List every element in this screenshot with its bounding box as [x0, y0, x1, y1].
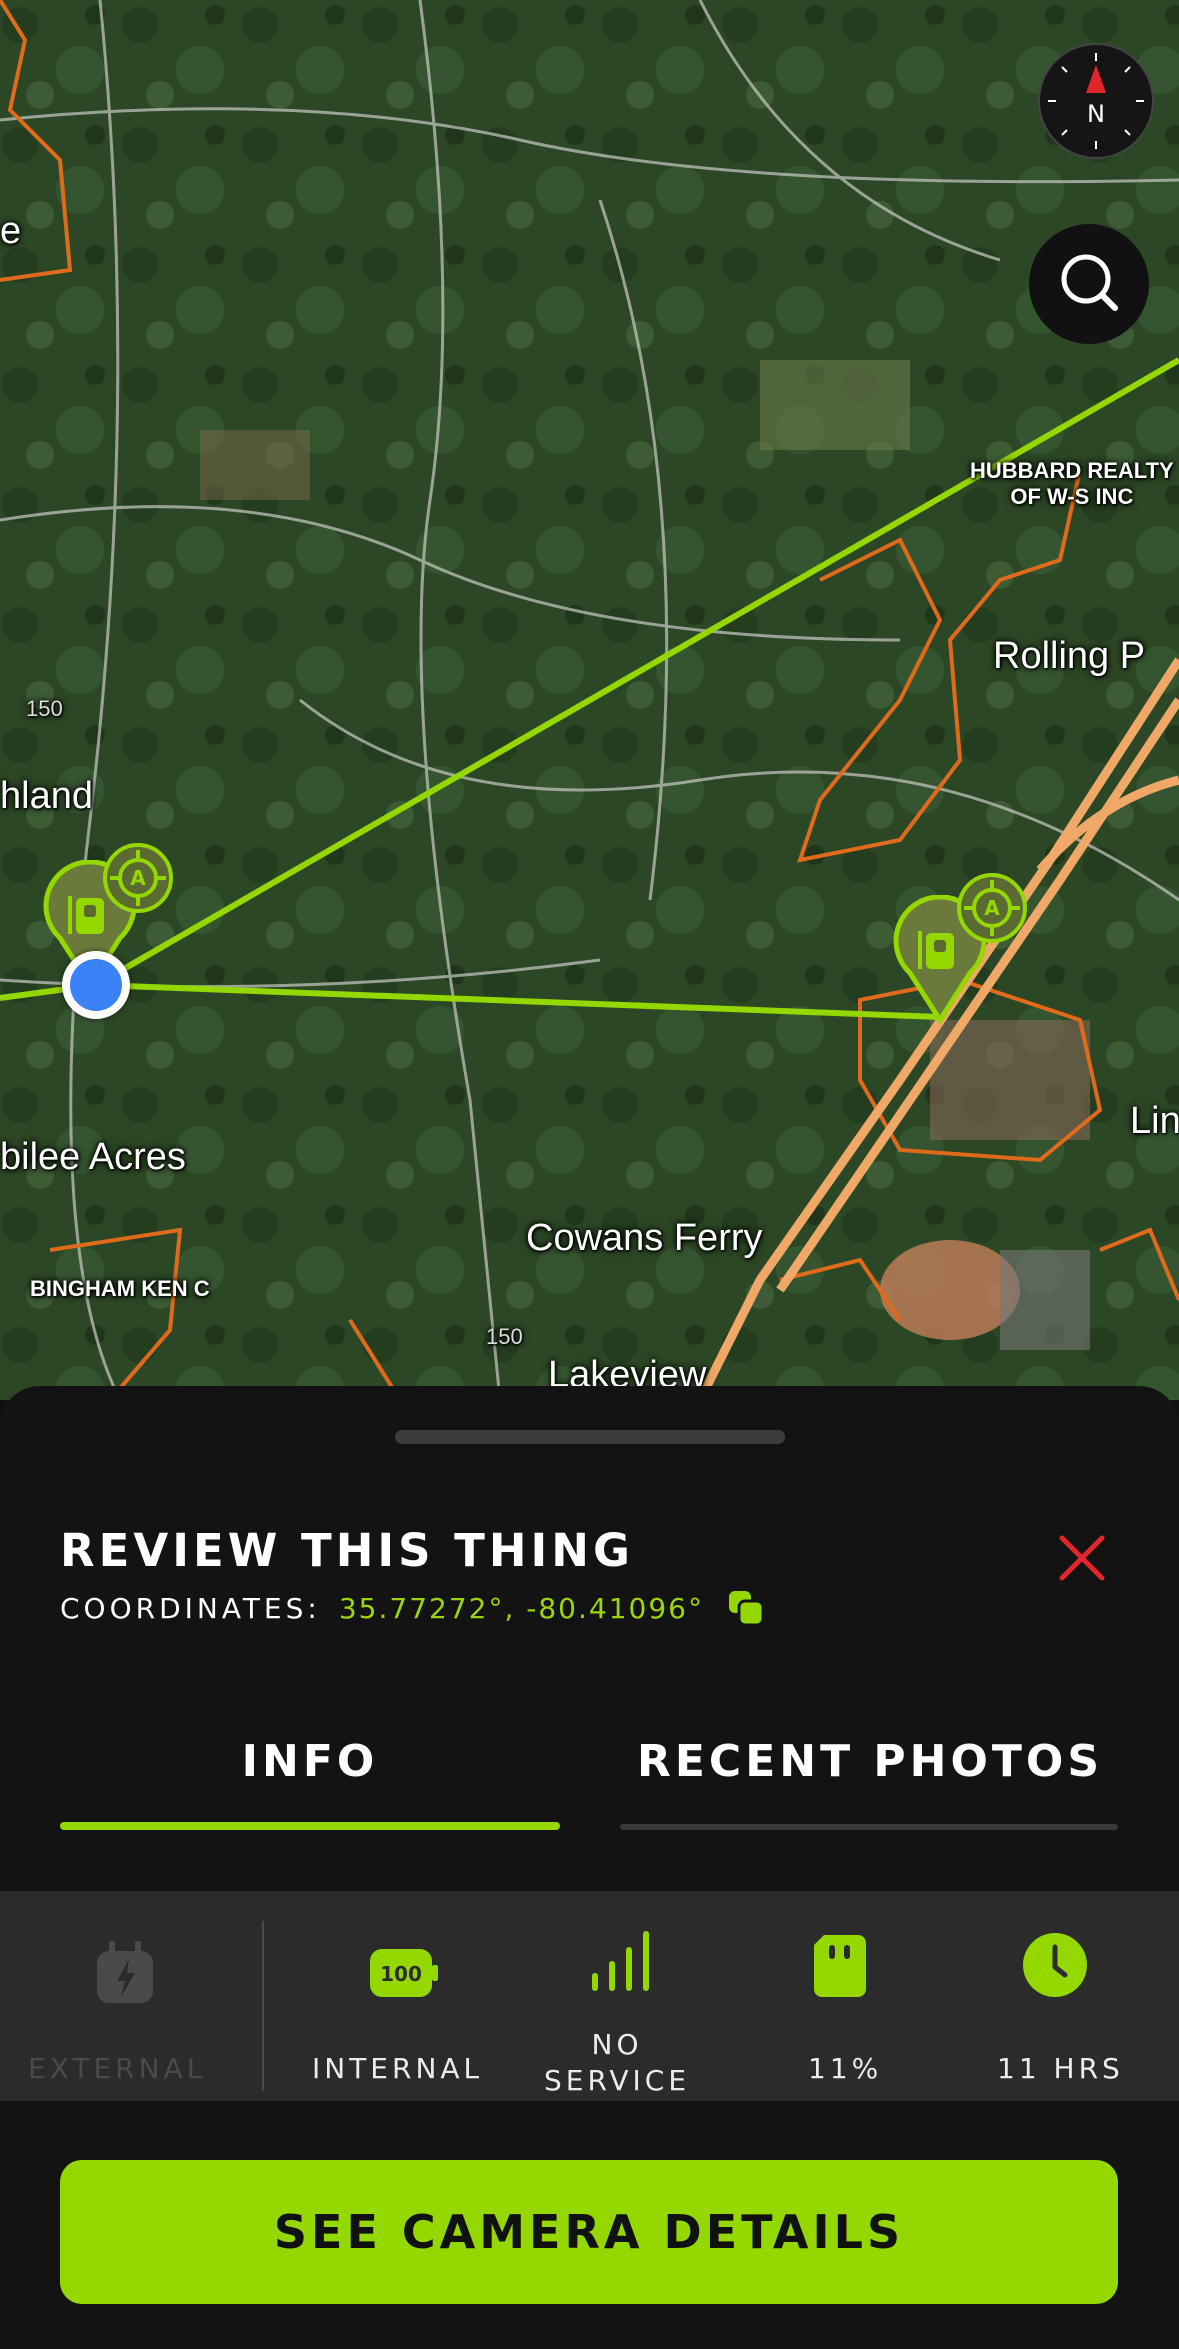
status-divider [262, 1921, 264, 2091]
close-button[interactable] [1056, 1532, 1108, 1584]
tab-recent-photos[interactable]: RECENT PHOTOS [620, 1736, 1120, 1787]
target-marker-icon[interactable]: A [102, 842, 174, 914]
battery-icon: 100 [370, 1949, 438, 1997]
power-external: EXTERNAL [0, 1891, 250, 2101]
place-label-lin: Lin [1130, 1100, 1179, 1142]
close-icon [1059, 1535, 1105, 1581]
road-label-150: 150 [26, 696, 63, 721]
clock-icon [1023, 1933, 1087, 1997]
tab-photos-indicator [620, 1824, 1118, 1830]
place-label-partial: e [0, 210, 22, 252]
battery-level: 100 [380, 1962, 422, 1986]
map-canvas [0, 0, 1179, 1400]
place-label-jubilee: bilee Acres [0, 1136, 186, 1178]
coordinates-row: COORDINATES: 35.77272°, -80.41096° [60, 1588, 766, 1628]
status-bar: EXTERNAL 100 INTERNAL NO SERVICE 11% 11 … [0, 1891, 1179, 2101]
bottom-sheet: REVIEW THIS THING COORDINATES: 35.77272°… [0, 1386, 1179, 2349]
signal-status: NO SERVICE [540, 1891, 700, 2101]
coordinates-value: 35.77272°, -80.41096° [338, 1591, 704, 1625]
internal-label: INTERNAL [312, 2052, 484, 2085]
compass-letter: N [1087, 100, 1105, 128]
compass-icon[interactable]: N [1038, 43, 1154, 159]
user-location-dot [62, 951, 130, 1019]
search-icon [1061, 254, 1118, 311]
place-label-bingham: BINGHAM KEN C [30, 1276, 210, 1301]
sheet-title: REVIEW THIS THING [60, 1524, 634, 1577]
time-status: 11 HRS [970, 1891, 1140, 2101]
place-label-rolling: Rolling P [993, 635, 1146, 677]
tab-info-indicator [60, 1822, 560, 1830]
road-label-150: 150 [486, 1324, 523, 1349]
plug-icon [97, 1941, 153, 2003]
power-internal: 100 INTERNAL [300, 1891, 510, 2101]
signal-icon [592, 1931, 649, 1991]
external-label: EXTERNAL [28, 2052, 207, 2085]
signal-label: NO SERVICE [544, 2028, 691, 2097]
copy-icon[interactable] [726, 1588, 766, 1628]
place-label-hubbard: HUBBARD REALTY OF W-S INC [970, 458, 1174, 509]
svg-text:A: A [130, 866, 146, 890]
svg-text:A: A [984, 896, 1000, 920]
coordinates-label: COORDINATES: [60, 1591, 321, 1625]
place-label-cowans: Cowans Ferry [526, 1217, 763, 1259]
time-label: 11 HRS [997, 2052, 1124, 2085]
target-marker-icon[interactable]: A [956, 872, 1028, 944]
sd-card-icon [814, 1935, 866, 1997]
see-camera-details-button[interactable]: SEE CAMERA DETAILS [60, 2160, 1118, 2304]
sheet-drag-handle[interactable] [395, 1430, 785, 1444]
map-search-button[interactable] [1029, 224, 1149, 344]
storage-label: 11% [808, 2052, 883, 2085]
storage-status: 11% [760, 1891, 920, 2101]
tab-info[interactable]: INFO [60, 1736, 560, 1787]
place-label-highland: hland [0, 775, 93, 817]
satellite-map[interactable]: HUBBARD REALTY OF W-S INC Rolling P hlan… [0, 0, 1179, 1400]
